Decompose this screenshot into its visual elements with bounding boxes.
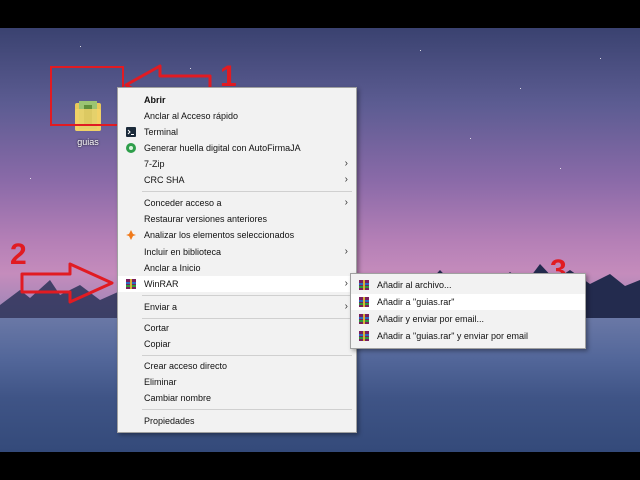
menu-item-restaurar-versiones[interactable]: Restaurar versiones anteriores <box>118 211 356 227</box>
menu-item-copiar[interactable]: Copiar <box>118 336 356 352</box>
menu-item-cambiar-nombre[interactable]: Cambiar nombre <box>118 390 356 406</box>
submenu-item-anadir-enviar-email[interactable]: Añadir y enviar por email... <box>351 311 585 327</box>
context-menu: Abrir Anclar al Acceso rápido Terminal G… <box>117 87 357 433</box>
menu-item-anclar-acceso-rapido[interactable]: Anclar al Acceso rápido <box>118 108 356 124</box>
menu-separator <box>142 355 352 356</box>
winrar-icon <box>359 331 369 341</box>
menu-item-cortar[interactable]: Cortar <box>118 320 356 336</box>
winrar-submenu: Añadir al archivo... Añadir a "guias.rar… <box>350 273 586 349</box>
menu-item-conceder-acceso[interactable]: Conceder acceso a › <box>118 195 356 211</box>
submenu-item-anadir-guias-rar[interactable]: Añadir a "guias.rar" <box>351 294 585 310</box>
menu-item-terminal[interactable]: Terminal <box>118 124 356 140</box>
letterbox-top <box>0 0 640 28</box>
menu-item-enviar-a[interactable]: Enviar a › <box>118 299 356 315</box>
menu-item-abrir[interactable]: Abrir <box>118 92 356 108</box>
menu-item-crc-sha[interactable]: CRC SHA › <box>118 172 356 188</box>
chevron-right-icon: › <box>344 278 348 289</box>
submenu-item-anadir-guias-rar-email[interactable]: Añadir a "guias.rar" y enviar por email <box>351 328 585 344</box>
terminal-icon <box>126 127 136 137</box>
winrar-icon <box>359 280 369 290</box>
menu-item-analizar[interactable]: Analizar los elementos seleccionados <box>118 227 356 243</box>
chevron-right-icon: › <box>344 158 348 169</box>
menu-item-winrar[interactable]: WinRAR › <box>118 276 356 292</box>
chevron-right-icon: › <box>344 174 348 185</box>
chevron-right-icon: › <box>344 301 348 312</box>
menu-separator <box>142 191 352 192</box>
menu-item-eliminar[interactable]: Eliminar <box>118 374 356 390</box>
chevron-right-icon: › <box>344 246 348 257</box>
letterbox-bottom <box>0 452 640 480</box>
menu-item-anclar-inicio[interactable]: Anclar a Inicio <box>118 260 356 276</box>
menu-item-autofirma[interactable]: Generar huella digital con AutoFirmaJA <box>118 140 356 156</box>
menu-item-crear-acceso-directo[interactable]: Crear acceso directo <box>118 358 356 374</box>
autofirma-icon <box>126 143 136 153</box>
menu-item-7zip[interactable]: 7-Zip › <box>118 156 356 172</box>
annotation-arrow-2 <box>20 262 114 304</box>
menu-separator <box>142 295 352 296</box>
menu-separator <box>142 318 352 319</box>
winrar-icon <box>359 314 369 324</box>
menu-item-propiedades[interactable]: Propiedades <box>118 413 356 429</box>
menu-item-incluir-biblioteca[interactable]: Incluir en biblioteca › <box>118 244 356 260</box>
chevron-right-icon: › <box>344 197 348 208</box>
winrar-icon <box>126 279 136 289</box>
annotation-number-2: 2 <box>10 238 27 271</box>
winrar-icon <box>359 297 369 307</box>
menu-separator <box>142 409 352 410</box>
avast-icon <box>126 230 136 240</box>
submenu-item-anadir-archivo[interactable]: Añadir al archivo... <box>351 277 585 293</box>
